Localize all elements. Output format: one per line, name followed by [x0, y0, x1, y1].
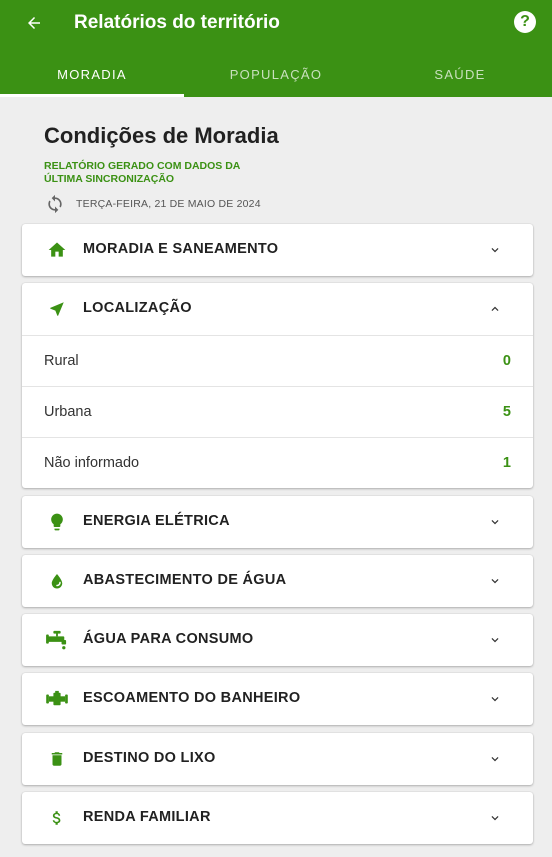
faucet-icon: [46, 629, 68, 651]
list-item-nao-informado: Não informado 1: [22, 437, 533, 488]
section-header[interactable]: ABASTECIMENTO DE ÁGUA: [22, 555, 533, 607]
tab-moradia[interactable]: MORADIA: [0, 52, 184, 97]
app-bar-title: Relatórios do território: [74, 12, 280, 33]
chevron-down-icon[interactable]: [485, 749, 505, 769]
sync-row: TERÇA-FEIRA, 21 DE MAIO DE 2024: [44, 193, 344, 215]
section-label: DESTINO DO LIXO: [83, 750, 216, 766]
chevron-down-icon[interactable]: [485, 240, 505, 260]
navigation-arrow-icon: [46, 298, 68, 320]
row-value: 5: [502, 404, 511, 420]
section-header[interactable]: LOCALIZAÇÃO: [22, 283, 533, 335]
trash-icon: [46, 748, 68, 770]
section-header[interactable]: ENERGIA ELÉTRICA: [22, 496, 533, 548]
lightbulb-icon: [46, 511, 68, 533]
sync-date: TERÇA-FEIRA, 21 DE MAIO DE 2024: [76, 198, 261, 210]
app-bar: Relatórios do território ? MORADIA POPUL…: [0, 0, 552, 97]
page-title: Condições de Moradia: [44, 123, 279, 148]
tab-bar: MORADIA POPULAÇÃO SAÚDE: [0, 52, 552, 97]
section-moradia-saneamento: MORADIA E SANEAMENTO: [22, 224, 533, 276]
dollar-icon: [46, 807, 68, 829]
section-energia-eletrica: ENERGIA ELÉTRICA: [22, 496, 533, 548]
tab-saude[interactable]: SAÚDE: [368, 52, 552, 97]
section-header[interactable]: ÁGUA PARA CONSUMO: [22, 614, 533, 666]
chevron-down-icon[interactable]: [485, 689, 505, 709]
section-destino-lixo: DESTINO DO LIXO: [22, 733, 533, 785]
section-renda-familiar: RENDA FAMILIAR: [22, 792, 533, 844]
section-header[interactable]: ESCOAMENTO DO BANHEIRO: [22, 673, 533, 725]
row-label: Rural: [44, 353, 79, 369]
section-agua-consumo: ÁGUA PARA CONSUMO: [22, 614, 533, 666]
row-value: 0: [502, 353, 511, 369]
section-header[interactable]: MORADIA E SANEAMENTO: [22, 224, 533, 276]
report-note: RELATÓRIO GERADO COM DADOS DA ÚLTIMA SIN…: [44, 160, 240, 185]
chevron-up-icon[interactable]: [485, 299, 505, 319]
chevron-down-icon[interactable]: [485, 630, 505, 650]
section-label: ABASTECIMENTO DE ÁGUA: [83, 572, 287, 588]
section-label: ENERGIA ELÉTRICA: [83, 513, 230, 529]
section-escoamento-banheiro: ESCOAMENTO DO BANHEIRO: [22, 673, 533, 725]
home-icon: [46, 239, 68, 261]
chevron-down-icon[interactable]: [485, 571, 505, 591]
help-icon[interactable]: ?: [514, 11, 536, 33]
list-item-rural: Rural 0: [22, 335, 533, 386]
back-arrow-icon[interactable]: [22, 11, 46, 35]
row-label: Urbana: [44, 404, 92, 420]
section-label: ESCOAMENTO DO BANHEIRO: [83, 690, 301, 706]
chevron-down-icon[interactable]: [485, 808, 505, 828]
section-header[interactable]: DESTINO DO LIXO: [22, 733, 533, 785]
water-drop-icon: [46, 570, 68, 592]
row-label: Não informado: [44, 455, 140, 471]
section-localizacao: LOCALIZAÇÃO Rural 0 Urbana 5 Não informa…: [22, 283, 533, 488]
section-label: MORADIA E SANEAMENTO: [83, 241, 279, 257]
section-label: RENDA FAMILIAR: [83, 809, 211, 825]
row-value: 1: [502, 455, 511, 471]
tab-populacao[interactable]: POPULAÇÃO: [184, 52, 368, 97]
pipe-icon: [46, 688, 68, 710]
report-header: Condições de Moradia RELATÓRIO GERADO CO…: [44, 122, 344, 215]
section-header[interactable]: RENDA FAMILIAR: [22, 792, 533, 844]
section-label: ÁGUA PARA CONSUMO: [83, 631, 254, 647]
chevron-down-icon[interactable]: [485, 512, 505, 532]
sync-icon[interactable]: [44, 193, 66, 215]
section-abastecimento-agua: ABASTECIMENTO DE ÁGUA: [22, 555, 533, 607]
list-item-urbana: Urbana 5: [22, 386, 533, 437]
section-label: LOCALIZAÇÃO: [83, 300, 192, 316]
